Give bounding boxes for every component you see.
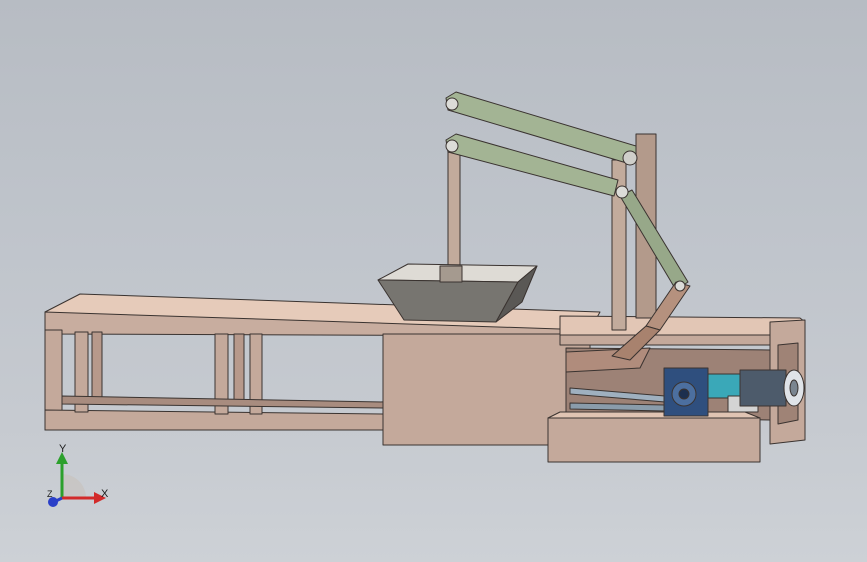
frame-right-top	[559, 315, 806, 336]
pivot-4	[622, 150, 638, 166]
assembly-model[interactable]	[0, 0, 867, 562]
pivot-2	[445, 139, 459, 153]
pivot-1	[445, 97, 459, 111]
frame-vertical-2	[91, 331, 103, 399]
pivot-5	[674, 280, 686, 292]
triad-z-label: Z	[47, 489, 53, 499]
triad-xy-plane	[62, 474, 86, 498]
triad-x-label: X	[101, 488, 109, 500]
frame-right-rail	[559, 334, 781, 346]
pivot-3	[615, 185, 629, 199]
hopper-plunger	[439, 265, 463, 283]
triad-y-label: Y	[59, 443, 67, 455]
coupling	[707, 373, 741, 399]
coordinate-triad[interactable]	[38, 438, 128, 518]
frame-vertical-4	[233, 333, 245, 401]
motor-base	[547, 417, 761, 463]
motor-base-top	[547, 411, 761, 419]
post-left	[447, 139, 461, 269]
motor-body	[739, 369, 787, 407]
3d-viewport[interactable]: Y X Z	[0, 0, 867, 562]
